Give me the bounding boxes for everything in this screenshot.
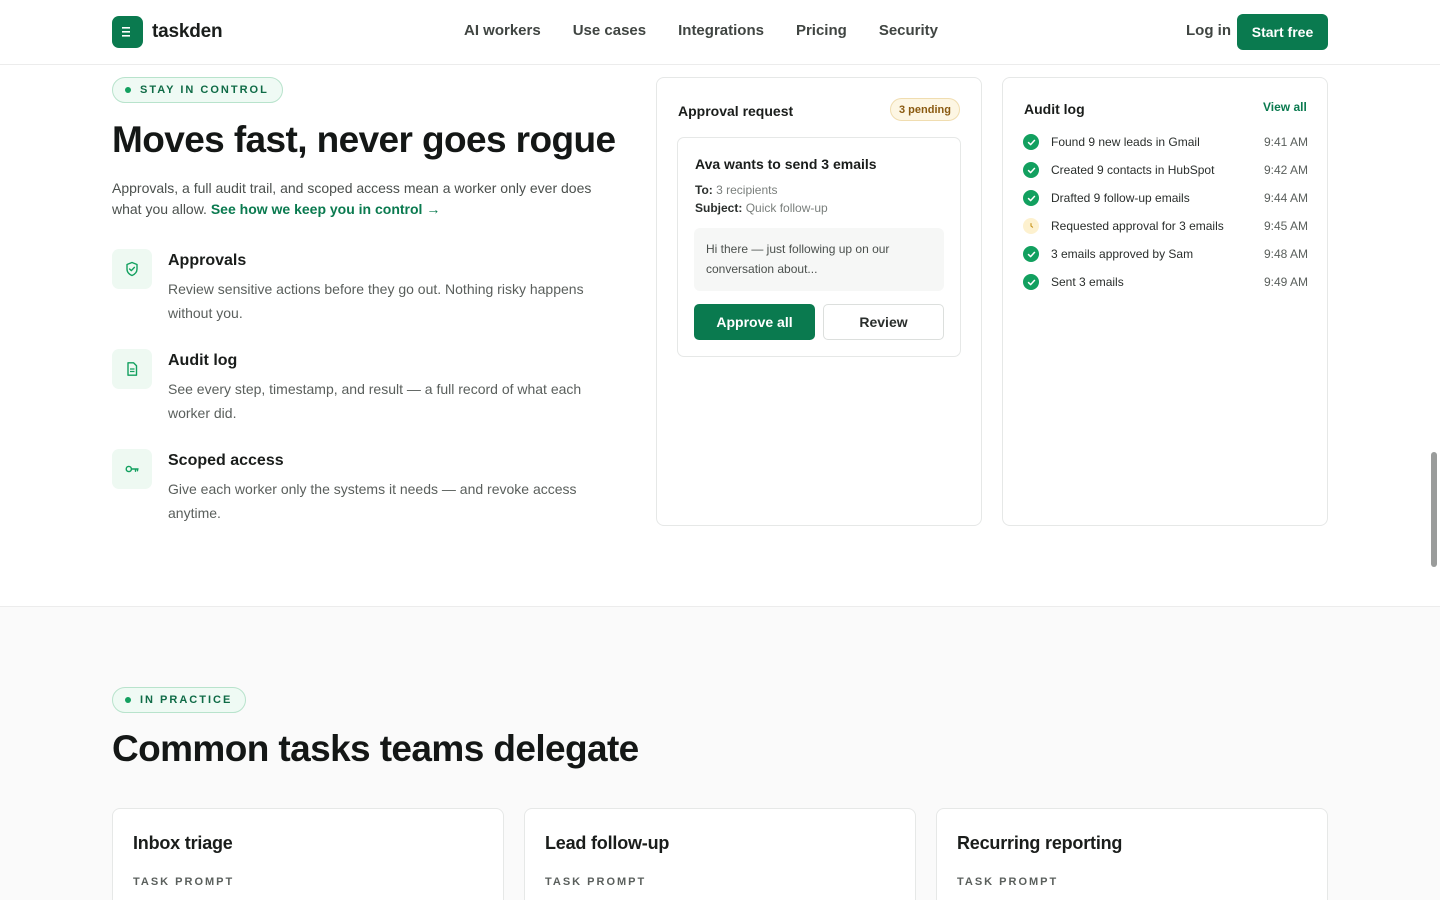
task-title: Lead follow-up bbox=[545, 833, 670, 853]
to-label: To: bbox=[695, 183, 713, 197]
audit-card-title: Audit log bbox=[1024, 101, 1085, 117]
audit-entry: Found 9 new leads in Gmail 9:41 AM bbox=[1023, 132, 1308, 152]
logo-mark-icon bbox=[112, 16, 143, 48]
feature-title: Scoped access bbox=[168, 452, 284, 469]
entry-time: 9:41 AM bbox=[1263, 135, 1308, 149]
task-title: Inbox triage bbox=[133, 833, 233, 853]
request-title: Ava wants to send 3 emails bbox=[695, 156, 877, 172]
recipients-line: To: 3 recipients bbox=[695, 183, 777, 197]
check-circle-icon bbox=[1023, 134, 1039, 150]
view-all-link[interactable]: View all bbox=[1263, 100, 1307, 114]
approval-request: Ava wants to send 3 emails To: 3 recipie… bbox=[677, 137, 961, 357]
eyebrow-text: IN PRACTICE bbox=[140, 694, 233, 706]
subject-label: Subject: bbox=[695, 201, 743, 215]
eyebrow-pill: IN PRACTICE bbox=[112, 687, 247, 713]
pill-dot-icon bbox=[125, 697, 131, 703]
subject-line: Subject: Quick follow-up bbox=[695, 201, 828, 215]
to-value: 3 recipients bbox=[716, 183, 778, 197]
check-circle-icon bbox=[1023, 162, 1039, 178]
feature-title: Approvals bbox=[168, 252, 247, 269]
check-circle-icon bbox=[1023, 190, 1039, 206]
task-label: TASK PROMPT bbox=[133, 876, 235, 888]
audit-entry: Created 9 contacts in HubSpot 9:42 AM bbox=[1023, 160, 1308, 180]
task-card-inbox-triage[interactable]: Inbox triage TASK PROMPT bbox=[112, 808, 504, 900]
logo[interactable]: taskden bbox=[112, 16, 223, 48]
document-icon bbox=[112, 349, 152, 389]
check-circle-icon bbox=[1023, 274, 1039, 290]
audit-entry: Drafted 9 follow-up emails 9:44 AM bbox=[1023, 188, 1308, 208]
entry-time: 9:49 AM bbox=[1263, 275, 1308, 289]
clock-icon bbox=[1023, 218, 1039, 234]
task-label: TASK PROMPT bbox=[545, 876, 647, 888]
check-circle-icon bbox=[1023, 246, 1039, 262]
nav-integrations[interactable]: Integrations bbox=[678, 22, 764, 39]
nav-use-cases[interactable]: Use cases bbox=[573, 22, 646, 39]
start-free-button[interactable]: Start free bbox=[1237, 14, 1328, 50]
site-header: taskden AI workers Use cases Integration… bbox=[0, 0, 1440, 65]
audit-entry: 3 emails approved by Sam 9:48 AM bbox=[1023, 244, 1308, 264]
audit-entry: Requested approval for 3 emails 9:45 AM bbox=[1023, 216, 1308, 236]
review-button[interactable]: Review bbox=[823, 304, 944, 340]
feature-desc: Review sensitive actions before they go … bbox=[168, 281, 584, 321]
pending-badge: 3 pending bbox=[890, 98, 960, 121]
approval-card-title: Approval request bbox=[678, 103, 794, 119]
practice-title: Common tasks teams delegate bbox=[112, 728, 639, 769]
entry-text: Found 9 new leads in Gmail bbox=[1051, 135, 1200, 149]
feature-desc: See every step, timestamp, and result — … bbox=[168, 381, 582, 421]
task-title: Recurring reporting bbox=[957, 833, 1123, 853]
nav-security[interactable]: Security bbox=[879, 22, 938, 39]
key-icon bbox=[112, 449, 152, 489]
entry-time: 9:42 AM bbox=[1263, 163, 1308, 177]
nav-pricing[interactable]: Pricing bbox=[796, 22, 847, 39]
brand-name: taskden bbox=[152, 21, 223, 42]
nav-ai-workers[interactable]: AI workers bbox=[464, 22, 541, 39]
audit-entry: Sent 3 emails 9:49 AM bbox=[1023, 272, 1308, 292]
page-scrollbar[interactable] bbox=[1431, 452, 1437, 567]
approve-all-button[interactable]: Approve all bbox=[694, 304, 815, 340]
section-title: Moves fast, never goes rogue bbox=[112, 119, 616, 160]
feature-desc: Give each worker only the systems it nee… bbox=[168, 481, 577, 521]
entry-text: Drafted 9 follow-up emails bbox=[1051, 191, 1190, 205]
login-link[interactable]: Log in bbox=[1186, 22, 1231, 39]
entry-text: Sent 3 emails bbox=[1051, 275, 1124, 289]
pill-dot-icon bbox=[125, 87, 131, 93]
entry-text: 3 emails approved by Sam bbox=[1051, 247, 1194, 261]
task-card-lead-follow-up[interactable]: Lead follow-up TASK PROMPT bbox=[524, 808, 916, 900]
approval-card: Approval request 3 pending Ava wants to … bbox=[656, 77, 982, 526]
email-preview: Hi there — just following up on our conv… bbox=[694, 228, 944, 291]
entry-text: Created 9 contacts in HubSpot bbox=[1051, 163, 1215, 177]
entry-time: 9:44 AM bbox=[1263, 191, 1308, 205]
entry-time: 9:45 AM bbox=[1263, 219, 1308, 233]
eyebrow-pill: STAY IN CONTROL bbox=[112, 77, 283, 103]
subject-value: Quick follow-up bbox=[745, 201, 828, 215]
task-card-recurring-reporting[interactable]: Recurring reporting TASK PROMPT bbox=[936, 808, 1328, 900]
eyebrow-text: STAY IN CONTROL bbox=[140, 84, 269, 96]
entry-time: 9:48 AM bbox=[1263, 247, 1308, 261]
task-label: TASK PROMPT bbox=[957, 876, 1059, 888]
lede-link[interactable]: See how we keep you in control → bbox=[211, 201, 441, 217]
main-nav: AI workers Use cases Integrations Pricin… bbox=[464, 22, 938, 39]
audit-log-card: Audit log View all Found 9 new leads in … bbox=[1002, 77, 1328, 526]
entry-text: Requested approval for 3 emails bbox=[1051, 219, 1224, 233]
section-lede: Approvals, a full audit trail, and scope… bbox=[112, 178, 612, 220]
feature-title: Audit log bbox=[168, 352, 238, 369]
shield-check-icon bbox=[112, 249, 152, 289]
